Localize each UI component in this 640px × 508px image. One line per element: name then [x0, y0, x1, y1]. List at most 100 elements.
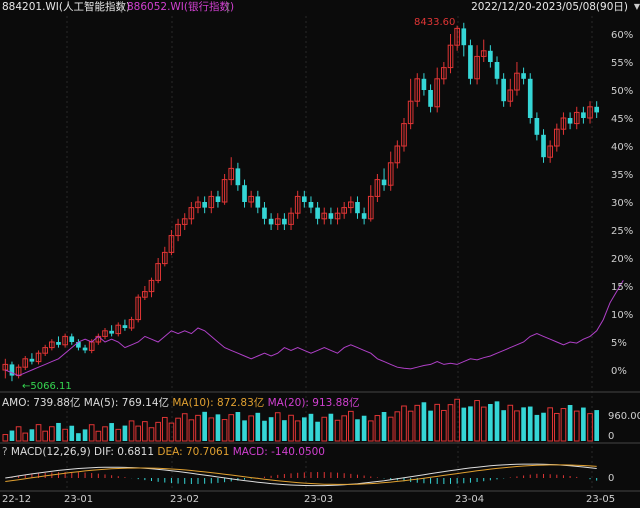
candles-layer: [2, 22, 600, 382]
macd-tick-zero: 0: [608, 473, 615, 484]
volume-bar: [474, 400, 480, 442]
volume-bar: [142, 421, 148, 442]
volume-bar: [188, 419, 195, 442]
candle-body: [235, 168, 241, 186]
candle-body: [527, 78, 533, 118]
amo-tick-zero: 0: [608, 431, 615, 442]
volume-bar: [447, 404, 454, 442]
volume-bar: [15, 426, 22, 442]
volume-bar: [461, 407, 467, 441]
candle-body: [109, 330, 114, 334]
candle-body: [361, 213, 367, 219]
candle-body: [82, 347, 88, 351]
macd-legend: ? MACD(12,26,9) DIF: 0.6811 DEA: 70.7061…: [2, 445, 325, 459]
volume-bar: [255, 412, 261, 441]
help-icon[interactable]: ?: [2, 446, 8, 458]
volume-bar: [95, 430, 102, 442]
volume-bar: [387, 416, 394, 442]
volume-bar: [434, 403, 441, 442]
volume-bar: [421, 402, 427, 441]
volume-bar: [235, 412, 241, 441]
pct-tick-label: 30%: [611, 198, 633, 209]
volume-bar: [514, 410, 520, 442]
volume-bar: [102, 426, 108, 442]
candle-body: [541, 134, 546, 158]
candle-body: [282, 218, 287, 225]
volume-bar: [76, 433, 81, 441]
x-label: 23-02: [170, 494, 200, 505]
volume-bar: [334, 419, 341, 442]
pct-tick-label: 10%: [611, 310, 633, 321]
candle-body: [268, 218, 274, 225]
volume-bar: [507, 404, 514, 442]
volume-bar: [553, 412, 560, 442]
volume-bar: [341, 415, 348, 442]
volume-bar: [374, 415, 381, 442]
volume-bar: [488, 404, 493, 441]
volume-bar: [468, 406, 473, 441]
pct-tick-label: 60%: [611, 30, 633, 41]
volume-bar: [168, 422, 175, 442]
volume-bar: [441, 409, 447, 442]
macd-value: MACD: -140.0500: [232, 446, 325, 458]
candle-body: [56, 342, 61, 345]
volume-bar: [202, 411, 207, 441]
volume-bar: [274, 412, 281, 442]
amo-ma10: MA(10): 872.83亿: [172, 397, 265, 409]
volume-bar: [181, 413, 188, 442]
candle-body: [468, 45, 473, 79]
volume-bar: [175, 417, 181, 442]
volume-bar: [49, 426, 55, 442]
macd-title: MACD(12,26,9): [10, 446, 91, 458]
volume-bar: [521, 407, 526, 441]
volume-bar: [56, 422, 61, 441]
volume-bar: [155, 421, 161, 442]
volume-bar: [228, 414, 235, 442]
volume-bar: [301, 417, 307, 441]
volume-bar: [321, 416, 328, 442]
candle-body: [381, 179, 387, 186]
volume-bar: [407, 410, 414, 442]
volume-bar: [328, 413, 334, 441]
volume-bar: [547, 407, 553, 442]
amo-ma5: MA(5): 769.14亿: [83, 397, 170, 409]
volume-bar: [135, 425, 142, 442]
volume-bar: [148, 427, 155, 442]
pct-tick-label: 20%: [611, 254, 633, 265]
macd-layer: [5, 463, 598, 487]
volume-bar: [367, 420, 374, 442]
candle-body: [215, 196, 221, 202]
candle-body: [501, 78, 506, 102]
volume-bar: [414, 404, 421, 442]
x-label: 23-05: [586, 494, 616, 505]
amo-value: AMO: 739.88亿: [2, 397, 81, 409]
candle-body: [581, 112, 586, 118]
candle-body: [421, 78, 427, 90]
volume-bar: [480, 406, 487, 442]
volume-bar: [541, 412, 546, 441]
candle-body: [29, 358, 35, 362]
candle-body: [122, 325, 128, 328]
volume-bar: [355, 419, 360, 441]
candle-body: [328, 213, 334, 219]
volume-bar: [35, 424, 42, 442]
volume-bar: [361, 415, 367, 441]
price-chart[interactable]: 60% 55% 50% 45% 40% 35% 30% 25% 20% 15% 10% 5% 0%: [0, 0, 640, 508]
candle-body: [255, 196, 261, 208]
pct-tick-label: 55%: [611, 58, 633, 69]
candle-body: [262, 207, 267, 219]
volume-bar: [2, 434, 9, 442]
volume-bar: [128, 420, 135, 442]
low-price-label: ←5066.11: [22, 381, 72, 392]
candle-body: [488, 50, 493, 62]
pct-tick-label: 50%: [611, 86, 633, 97]
volume-bar: [195, 414, 201, 442]
volume-bar: [109, 423, 114, 441]
x-label: 22-12: [2, 494, 32, 505]
pct-tick-label: 15%: [611, 282, 633, 293]
volume-bar: [308, 413, 314, 441]
volume-bar: [242, 420, 247, 441]
volume-bar: [161, 416, 168, 442]
volume-bar: [82, 429, 88, 441]
candle-body: [461, 28, 467, 46]
